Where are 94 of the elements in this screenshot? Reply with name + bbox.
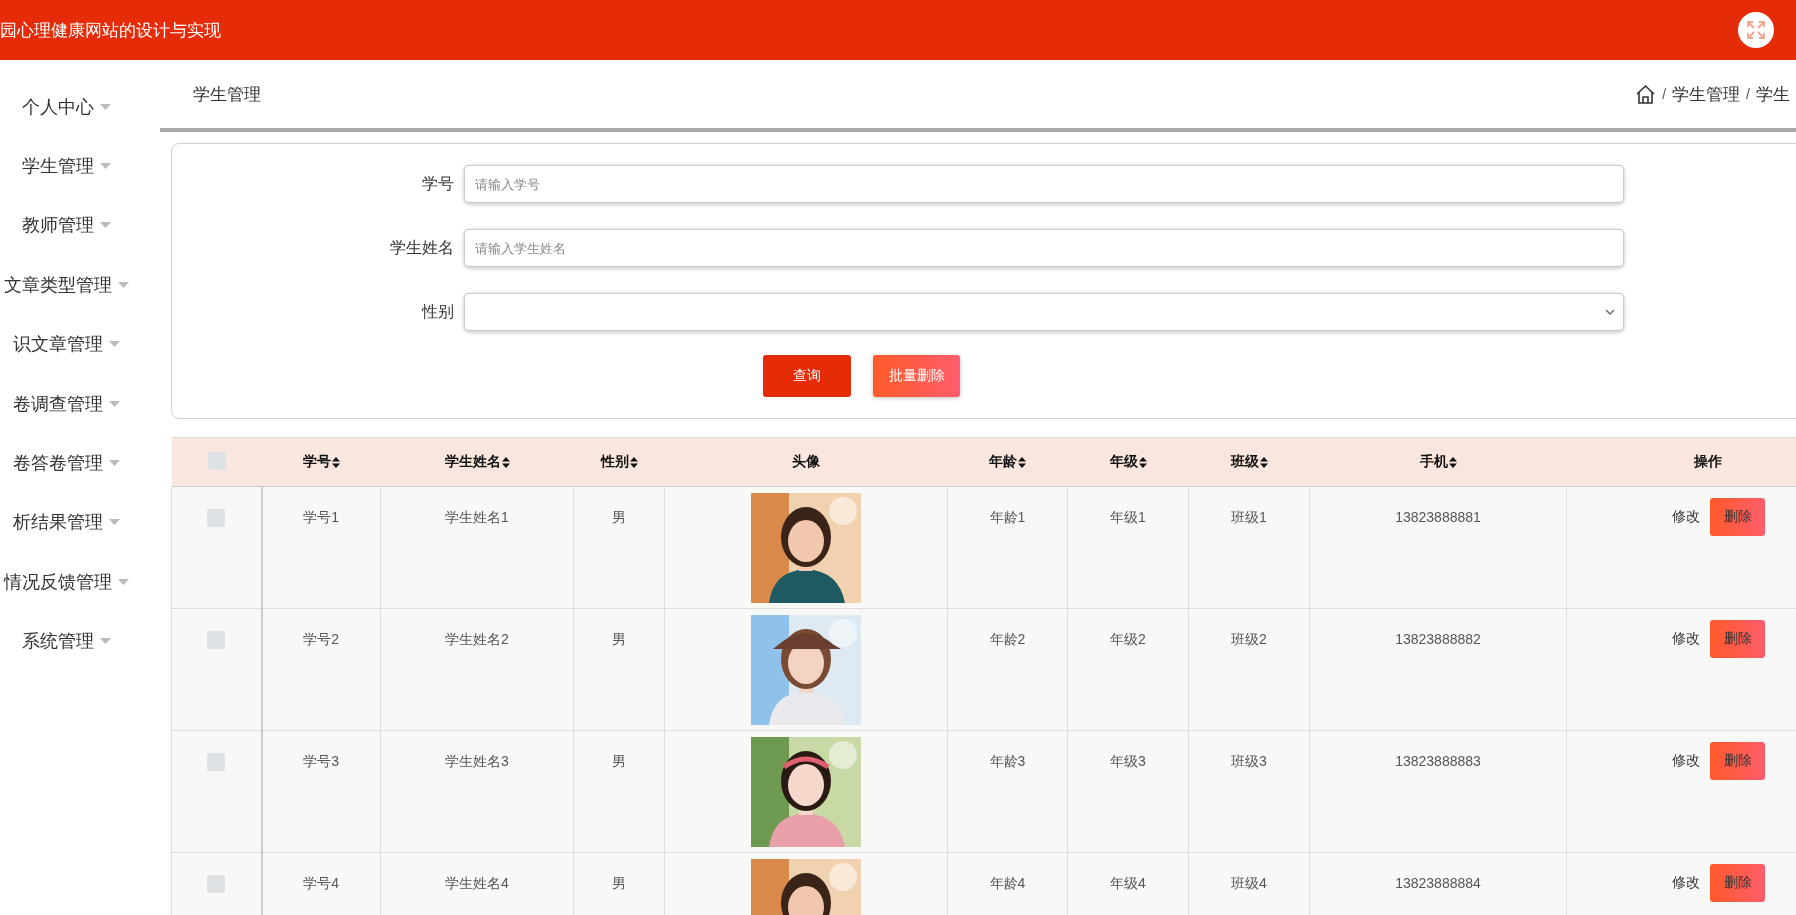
- table-cell: 13823888884: [1395, 875, 1481, 891]
- column-header[interactable]: 手机: [1419, 453, 1457, 471]
- checkbox[interactable]: [207, 631, 226, 649]
- delete-button[interactable]: 删除: [1710, 864, 1765, 902]
- table-cell: 班级1: [1231, 509, 1267, 527]
- caret-icon: [99, 222, 111, 229]
- table-cell: 13823888883: [1395, 753, 1481, 769]
- sort-icon: [1259, 456, 1268, 468]
- caret-icon: [108, 400, 120, 407]
- edit-link[interactable]: 修改: [1672, 752, 1700, 770]
- table-cell: 学生姓名1: [445, 509, 509, 527]
- field-label: 学生姓名: [389, 237, 454, 258]
- table-cell: 年龄2: [989, 631, 1026, 649]
- sort-icon: [331, 456, 340, 468]
- column-header: 头像: [792, 453, 820, 471]
- edit-link[interactable]: 修改: [1672, 630, 1700, 648]
- sidebar-item[interactable]: 个人中心: [0, 77, 160, 137]
- column-header[interactable]: 年龄: [989, 453, 1026, 471]
- table-cell: 男: [612, 753, 626, 771]
- table-cell: 男: [612, 631, 626, 649]
- breadcrumb-link[interactable]: 学生: [1756, 82, 1790, 106]
- table-cell: 男: [612, 509, 626, 527]
- breadcrumb-separator: /: [1746, 86, 1750, 102]
- sidebar-item[interactable]: 学生管理: [0, 136, 160, 196]
- table-cell: 年级4: [1110, 875, 1146, 893]
- caret-icon: [99, 103, 111, 110]
- table-cell: 学生姓名3: [445, 753, 509, 771]
- fullscreen-button[interactable]: [1738, 12, 1774, 48]
- input-field[interactable]: 请输入学生姓名: [464, 229, 1624, 267]
- caret-icon: [117, 578, 129, 585]
- table-cell: 年级3: [1110, 753, 1146, 771]
- sidebar-item[interactable]: 文章类型管理: [0, 255, 160, 315]
- sidebar-item[interactable]: 析结果管理: [0, 492, 160, 553]
- delete-button[interactable]: 删除: [1710, 620, 1765, 658]
- sort-icon: [1138, 456, 1147, 468]
- chevron-icon: [1605, 309, 1615, 315]
- field-label: 学号: [421, 173, 454, 194]
- home-icon[interactable]: [1635, 83, 1657, 105]
- caret-icon: [108, 460, 120, 467]
- checkbox[interactable]: [207, 875, 226, 893]
- caret-icon: [99, 163, 111, 170]
- column-header[interactable]: 学生姓名: [444, 453, 510, 471]
- table-cell: 班级4: [1231, 875, 1267, 893]
- table-cell: 学号1: [303, 509, 340, 527]
- sidebar-item[interactable]: 卷答卷管理: [0, 433, 160, 493]
- checkbox[interactable]: [207, 451, 226, 470]
- expand-icon: [1746, 20, 1766, 40]
- search-button[interactable]: 查询: [763, 355, 851, 397]
- table-cell: 学生姓名2: [445, 631, 509, 649]
- site-title: 园心理健康网站的设计与实现: [0, 19, 221, 42]
- checkbox[interactable]: [207, 753, 226, 771]
- delete-button[interactable]: 删除: [1710, 498, 1765, 536]
- table-cell: 班级2: [1231, 631, 1267, 649]
- caret-icon: [108, 341, 120, 348]
- table-cell: 学生姓名4: [445, 875, 509, 893]
- table-cell: 班级3: [1231, 753, 1267, 771]
- sort-icon: [501, 456, 510, 468]
- sort-icon: [629, 456, 638, 468]
- caret-icon: [108, 519, 120, 526]
- sidebar-item[interactable]: 系统管理: [0, 611, 160, 671]
- input-field[interactable]: 请输入学号: [464, 165, 1624, 203]
- table-cell: 学号4: [303, 875, 340, 893]
- sidebar-item[interactable]: 情况反馈管理: [0, 552, 160, 612]
- column-header[interactable]: 性别: [600, 453, 638, 471]
- column-header[interactable]: 年级: [1109, 453, 1147, 471]
- table-cell: 年级2: [1110, 631, 1146, 649]
- sidebar-item[interactable]: 教师管理: [0, 195, 160, 256]
- breadcrumb-link[interactable]: 学生管理: [1672, 82, 1741, 106]
- table-cell: 学号2: [303, 631, 340, 649]
- field-label: 性别: [420, 301, 454, 322]
- table-cell: 年龄4: [989, 875, 1026, 893]
- table-cell: 13823888882: [1395, 631, 1481, 647]
- column-header[interactable]: 班级: [1230, 453, 1268, 471]
- column-header: 操作: [1693, 453, 1722, 471]
- table-cell: 13823888881: [1395, 509, 1481, 525]
- gender-select[interactable]: [464, 293, 1624, 331]
- table-cell: 学号3: [303, 753, 340, 771]
- breadcrumb-separator: /: [1662, 86, 1667, 102]
- sort-icon: [1018, 456, 1026, 468]
- sidebar-item[interactable]: 卷调查管理: [0, 373, 160, 434]
- caret-icon: [99, 638, 111, 645]
- column-header[interactable]: 学号: [302, 453, 340, 471]
- checkbox[interactable]: [207, 509, 226, 527]
- table-cell: 年龄3: [989, 753, 1026, 771]
- sidebar-item[interactable]: 识文章管理: [0, 314, 160, 374]
- table-cell: 男: [612, 875, 626, 893]
- sort-icon: [1448, 456, 1457, 468]
- delete-button[interactable]: 删除: [1710, 742, 1765, 780]
- caret-icon: [117, 281, 129, 288]
- page-title: 学生管理: [193, 83, 261, 106]
- table-cell: 年级1: [1110, 509, 1146, 527]
- edit-link[interactable]: 修改: [1672, 874, 1700, 892]
- edit-link[interactable]: 修改: [1672, 508, 1700, 526]
- table-cell: 年龄1: [989, 509, 1026, 527]
